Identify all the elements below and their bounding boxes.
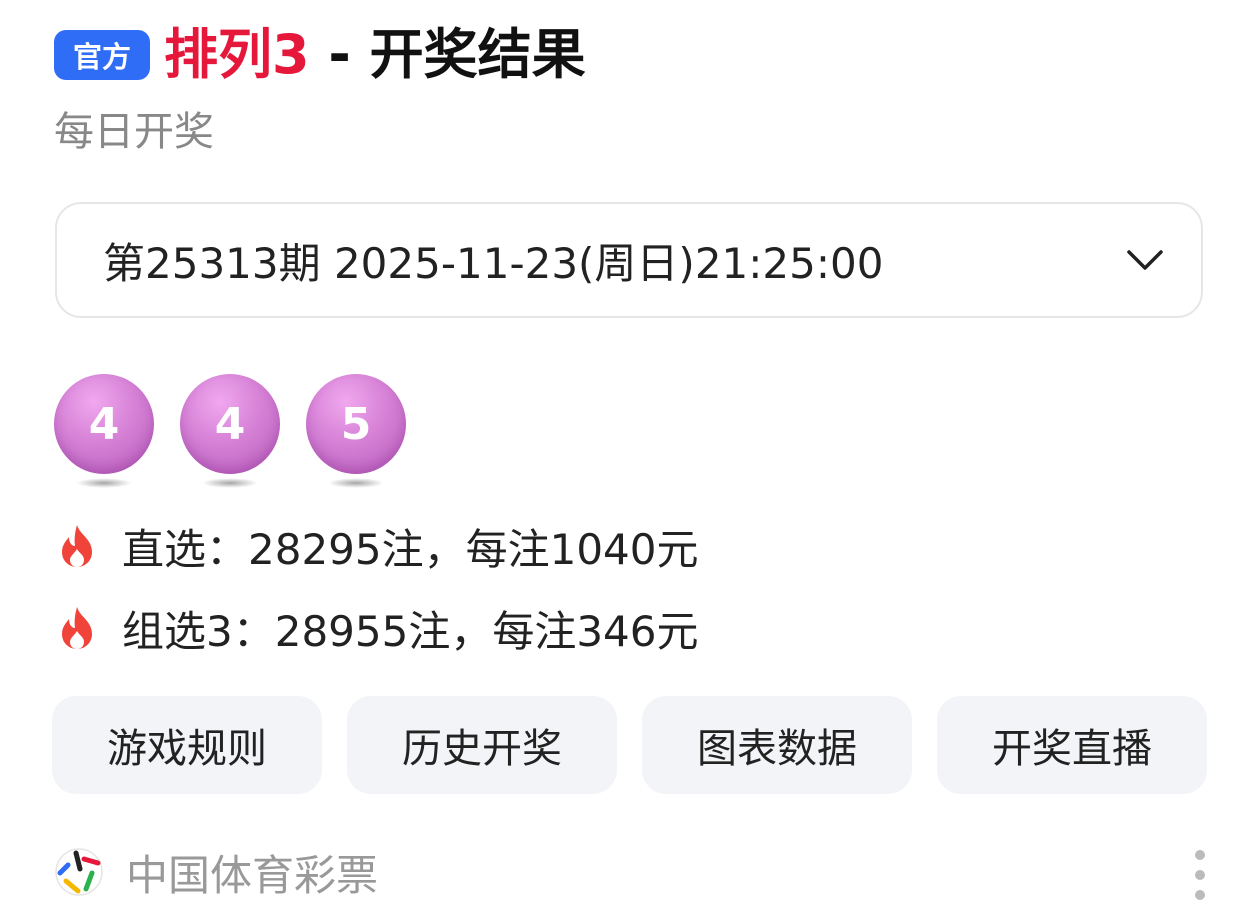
source-name: 中国体育彩票 bbox=[126, 850, 379, 900]
more-vertical-icon[interactable] bbox=[1192, 850, 1208, 900]
chart-data-button[interactable]: 图表数据 bbox=[642, 696, 912, 794]
game-rules-button[interactable]: 游戏规则 bbox=[52, 696, 322, 794]
fire-icon bbox=[62, 607, 92, 649]
prize-text: 直选：28295注，每注1040元 bbox=[122, 524, 699, 574]
result-header: 官方 排列3 - 开奖结果 bbox=[54, 22, 586, 88]
fire-icon bbox=[62, 525, 92, 567]
live-draw-button[interactable]: 开奖直播 bbox=[937, 696, 1207, 794]
chevron-down-icon[interactable] bbox=[1125, 240, 1165, 280]
period-value: 第25313期 2025-11-23(周日)21:25:00 bbox=[103, 238, 884, 288]
source-footer: 中国体育彩票 bbox=[54, 842, 378, 902]
game-name: 排列3 bbox=[164, 23, 310, 86]
number-ball: 5 bbox=[306, 374, 406, 494]
period-select[interactable]: 第25313期 2025-11-23(周日)21:25:00 bbox=[55, 202, 1203, 318]
draw-frequency: 每日开奖 bbox=[54, 109, 214, 155]
official-badge: 官方 bbox=[54, 30, 150, 80]
title-suffix: - 开奖结果 bbox=[309, 23, 586, 86]
prize-text: 组选3：28955注，每注346元 bbox=[122, 606, 699, 656]
lottery-logo-icon bbox=[55, 848, 103, 896]
number-ball: 4 bbox=[54, 374, 154, 494]
ball-digit: 4 bbox=[180, 374, 280, 474]
action-buttons: 游戏规则 历史开奖 图表数据 开奖直播 bbox=[52, 696, 1207, 794]
page-title: 排列3 - 开奖结果 bbox=[164, 22, 586, 88]
prize-group3: 组选3：28955注，每注346元 bbox=[54, 598, 699, 658]
ball-digit: 5 bbox=[306, 374, 406, 474]
number-ball: 4 bbox=[180, 374, 280, 494]
ball-digit: 4 bbox=[54, 374, 154, 474]
prize-direct: 直选：28295注，每注1040元 bbox=[54, 516, 699, 576]
winning-numbers: 4 4 5 bbox=[54, 374, 432, 494]
draw-history-button[interactable]: 历史开奖 bbox=[347, 696, 617, 794]
